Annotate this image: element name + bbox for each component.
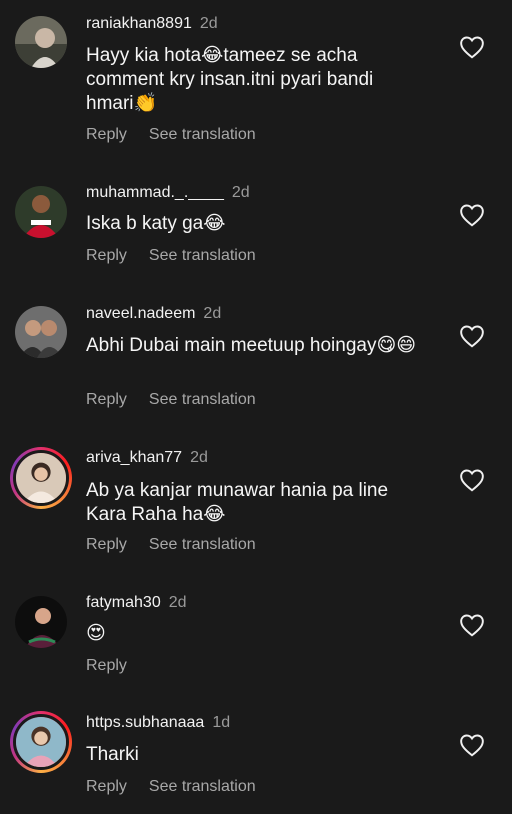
heart-outline-icon[interactable] bbox=[459, 203, 485, 227]
comment-actions: Reply See translation bbox=[86, 125, 256, 145]
comment-meta: raniakhan8891 2d bbox=[86, 14, 218, 34]
heart-outline-icon[interactable] bbox=[459, 35, 485, 59]
avatar[interactable] bbox=[15, 306, 67, 358]
reply-button[interactable]: Reply bbox=[86, 657, 127, 674]
comment-meta: fatymah30 2d bbox=[86, 593, 187, 613]
reply-button[interactable]: Reply bbox=[86, 778, 127, 795]
reply-button[interactable]: Reply bbox=[86, 247, 127, 264]
avatar[interactable] bbox=[10, 711, 72, 773]
avatar-photo bbox=[15, 596, 67, 648]
heart-outline-icon[interactable] bbox=[459, 613, 485, 637]
comment-actions: Reply bbox=[86, 656, 127, 676]
comment-text: Tharki bbox=[86, 744, 139, 765]
username[interactable]: ariva_khan77 bbox=[86, 449, 182, 466]
comment-actions: Reply See translation bbox=[86, 246, 256, 266]
avatar[interactable] bbox=[10, 447, 72, 509]
reply-button[interactable]: Reply bbox=[86, 536, 127, 553]
timestamp: 2d bbox=[199, 15, 218, 32]
username[interactable]: https.subhanaaa bbox=[86, 714, 204, 731]
avatar-photo bbox=[16, 453, 66, 503]
comment-actions: Reply See translation bbox=[86, 535, 256, 555]
avatar-photo bbox=[15, 306, 67, 358]
timestamp: 2d bbox=[231, 184, 250, 201]
comment-text: Hayy kia hota😂tameez se acha comment kry… bbox=[86, 45, 374, 114]
comment-meta: https.subhanaaa 1d bbox=[86, 713, 230, 733]
avatar-photo bbox=[15, 16, 67, 68]
timestamp: 1d bbox=[212, 714, 231, 731]
heart-outline-icon[interactable] bbox=[459, 733, 485, 757]
comment-text: Iska b katy ga😂 bbox=[86, 213, 226, 234]
see-translation-button[interactable]: See translation bbox=[149, 391, 256, 408]
username[interactable]: naveel.nadeem bbox=[86, 305, 195, 322]
comment-text: Ab ya kanjar munawar hania pa line Kara … bbox=[86, 480, 389, 525]
comment-actions: Reply See translation bbox=[86, 390, 256, 410]
comment-text: 😍 bbox=[86, 623, 106, 644]
avatar[interactable] bbox=[15, 186, 67, 238]
heart-outline-icon[interactable] bbox=[459, 324, 485, 348]
timestamp: 2d bbox=[168, 594, 187, 611]
username[interactable]: raniakhan8891 bbox=[86, 15, 192, 32]
avatar[interactable] bbox=[15, 596, 67, 648]
see-translation-button[interactable]: See translation bbox=[149, 247, 256, 264]
comment-meta: ariva_khan77 2d bbox=[86, 448, 208, 468]
reply-button[interactable]: Reply bbox=[86, 126, 127, 143]
avatar[interactable] bbox=[15, 16, 67, 68]
avatar-photo bbox=[15, 186, 67, 238]
see-translation-button[interactable]: See translation bbox=[149, 126, 256, 143]
see-translation-button[interactable]: See translation bbox=[149, 778, 256, 795]
comment-meta: naveel.nadeem 2d bbox=[86, 304, 221, 324]
see-translation-button[interactable]: See translation bbox=[149, 536, 256, 553]
comment-actions: Reply See translation bbox=[86, 777, 256, 797]
timestamp: 2d bbox=[203, 305, 222, 322]
comment-text: Abhi Dubai main meetuup hoingay😋😄 bbox=[86, 335, 417, 356]
avatar-photo bbox=[16, 717, 66, 767]
reply-button[interactable]: Reply bbox=[86, 391, 127, 408]
username[interactable]: muhammad._.____ bbox=[86, 184, 224, 201]
heart-outline-icon[interactable] bbox=[459, 468, 485, 492]
username[interactable]: fatymah30 bbox=[86, 594, 161, 611]
comment-meta: muhammad._.____ 2d bbox=[86, 183, 250, 203]
timestamp: 2d bbox=[190, 449, 208, 466]
